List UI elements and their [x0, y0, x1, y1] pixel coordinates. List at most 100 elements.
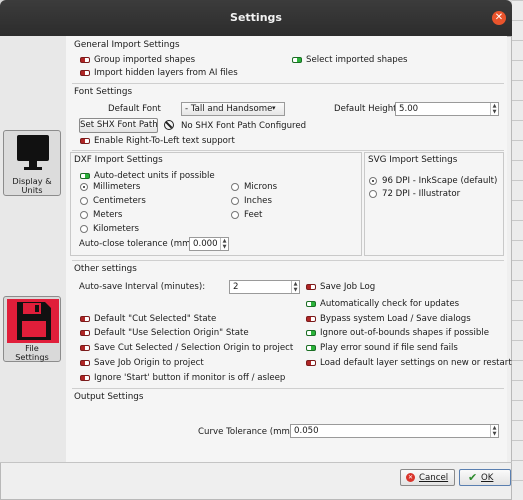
radio-microns-label: Microns	[244, 182, 278, 192]
other-settings-title: Other settings	[74, 264, 137, 274]
auto-check-updates-toggle[interactable]	[306, 301, 316, 307]
auto-close-tolerance-value: 0.000	[193, 239, 218, 249]
group-imported-shapes-toggle[interactable]	[80, 57, 90, 63]
save-cut-selected-label: Save Cut Selected / Selection Origin to …	[94, 343, 294, 353]
sidebar-item-display-units[interactable]: Display & Units	[3, 130, 61, 196]
ignore-oob-toggle[interactable]	[306, 330, 316, 336]
import-hidden-layers-label: Import hidden layers from AI files	[94, 68, 238, 78]
curve-tolerance-input[interactable]: 0.050 ▲ ▼	[290, 424, 499, 438]
auto-check-updates-label: Automatically check for updates	[320, 299, 460, 309]
auto-detect-units-label: Auto-detect units if possible	[94, 171, 215, 181]
radio-meters-label: Meters	[93, 210, 123, 220]
divider	[72, 150, 504, 151]
bypass-dialogs-label: Bypass system Load / Save dialogs	[320, 314, 471, 324]
set-shx-font-path-button[interactable]: Set SHX Font Path	[79, 118, 158, 133]
spinner-arrows-icon[interactable]: ▲ ▼	[220, 238, 228, 250]
save-job-origin-toggle[interactable]	[80, 360, 90, 366]
no-shx-path-text: No SHX Font Path Configured	[181, 121, 307, 131]
autosave-interval-value: 2	[233, 282, 239, 292]
radio-meters[interactable]	[80, 211, 88, 219]
spinner-arrows-icon[interactable]: ▲ ▼	[490, 425, 498, 437]
chevron-down-icon: ▾	[272, 104, 276, 112]
autosave-interval-label: Auto-save Interval (minutes):	[79, 282, 206, 292]
default-height-label: Default Height	[334, 104, 397, 114]
checkmark-icon: ✔	[468, 471, 478, 484]
autosave-interval-input[interactable]: 2 ▲ ▼	[229, 280, 300, 294]
svg-import-group	[364, 152, 504, 256]
default-use-selection-origin-toggle[interactable]	[80, 330, 90, 336]
select-imported-shapes-toggle[interactable]	[292, 57, 302, 63]
rtl-text-support-label: Enable Right-To-Left text support	[94, 136, 235, 146]
radio-millimeters[interactable]	[80, 183, 88, 191]
save-job-log-toggle[interactable]	[306, 284, 316, 290]
spinner-arrows-icon[interactable]: ▲ ▼	[291, 281, 299, 293]
auto-detect-units-toggle[interactable]	[80, 173, 90, 179]
divider	[72, 388, 504, 389]
import-hidden-layers-toggle[interactable]	[80, 70, 90, 76]
cancel-icon: ✕	[406, 473, 415, 482]
default-font-value: - Tall and Handsome	[185, 104, 273, 114]
rtl-text-support-toggle[interactable]	[80, 138, 90, 144]
load-default-layer-label: Load default layer settings on new or re…	[320, 358, 512, 368]
default-height-value: 5.00	[399, 104, 419, 114]
spinner-arrows-icon[interactable]: ▲ ▼	[490, 103, 498, 115]
curve-tolerance-label: Curve Tolerance (mm)	[198, 427, 294, 437]
no-entry-icon	[164, 120, 174, 130]
radio-centimeters[interactable]	[80, 197, 88, 205]
radio-inches[interactable]	[231, 197, 239, 205]
default-cut-selected-label: Default "Cut Selected" State	[94, 314, 217, 324]
default-font-select[interactable]: - Tall and Handsome ▾	[181, 102, 285, 116]
ok-label: OK	[481, 473, 494, 483]
default-font-label: Default Font	[108, 104, 161, 114]
general-import-title: General Import Settings	[74, 40, 180, 50]
default-height-input[interactable]: 5.00 ▲ ▼	[395, 102, 499, 116]
ignore-oob-label: Ignore out-of-bounds shapes if possible	[320, 328, 490, 338]
radio-96-dpi-inkscape[interactable]	[369, 177, 377, 185]
radio-feet[interactable]	[231, 211, 239, 219]
divider	[72, 260, 504, 261]
radio-millimeters-label: Millimeters	[93, 182, 141, 192]
radio-feet-label: Feet	[244, 210, 263, 220]
cancel-label: Cancel	[419, 473, 449, 483]
radio-kilometers[interactable]	[80, 225, 88, 233]
auto-close-tolerance-label: Auto-close tolerance (mm)	[79, 239, 194, 249]
load-default-layer-toggle[interactable]	[306, 360, 316, 366]
sidebar-item-label: Units	[21, 185, 43, 195]
dxf-import-title: DXF Import Settings	[74, 155, 163, 165]
play-error-sound-toggle[interactable]	[306, 345, 316, 351]
ignore-start-button-label: Ignore 'Start' button if monitor is off …	[94, 373, 286, 383]
close-icon[interactable]: ✕	[492, 11, 506, 25]
radio-72-dpi-label: 72 DPI - Illustrator	[382, 189, 461, 199]
save-job-log-label: Save Job Log	[320, 282, 376, 292]
radio-microns[interactable]	[231, 183, 239, 191]
auto-close-tolerance-input[interactable]: 0.000 ▲ ▼	[189, 237, 229, 251]
radio-72-dpi-illustrator[interactable]	[369, 190, 377, 198]
select-imported-shapes-label: Select imported shapes	[306, 55, 408, 65]
radio-96-dpi-label: 96 DPI - InkScape (default)	[382, 176, 498, 186]
group-imported-shapes-label: Group imported shapes	[94, 55, 196, 65]
cancel-button[interactable]: ✕ Cancel	[400, 469, 455, 486]
background-canvas-grid	[512, 0, 523, 500]
footer-divider	[0, 462, 512, 463]
monitor-icon	[17, 135, 49, 170]
save-job-origin-label: Save Job Origin to project	[94, 358, 204, 368]
play-error-sound-label: Play error sound if file send fails	[320, 343, 458, 353]
divider	[72, 83, 504, 84]
font-settings-title: Font Settings	[74, 87, 133, 97]
default-use-selection-origin-label: Default "Use Selection Origin" State	[94, 328, 249, 338]
radio-kilometers-label: Kilometers	[93, 224, 139, 234]
radio-centimeters-label: Centimeters	[93, 196, 146, 206]
bypass-dialogs-toggle[interactable]	[306, 316, 316, 322]
window-title: Settings	[230, 11, 282, 24]
radio-inches-label: Inches	[244, 196, 272, 206]
default-cut-selected-toggle[interactable]	[80, 316, 90, 322]
curve-tolerance-value: 0.050	[294, 426, 319, 436]
output-settings-title: Output Settings	[74, 392, 144, 402]
sidebar-item-file-settings[interactable]: File Settings	[3, 296, 61, 362]
svg-import-title: SVG Import Settings	[368, 155, 458, 165]
sidebar	[0, 36, 67, 462]
sidebar-item-label: Settings	[15, 352, 49, 362]
ok-button[interactable]: ✔ OK	[459, 469, 511, 486]
ignore-start-button-toggle[interactable]	[80, 375, 90, 381]
save-cut-selected-toggle[interactable]	[80, 345, 90, 351]
